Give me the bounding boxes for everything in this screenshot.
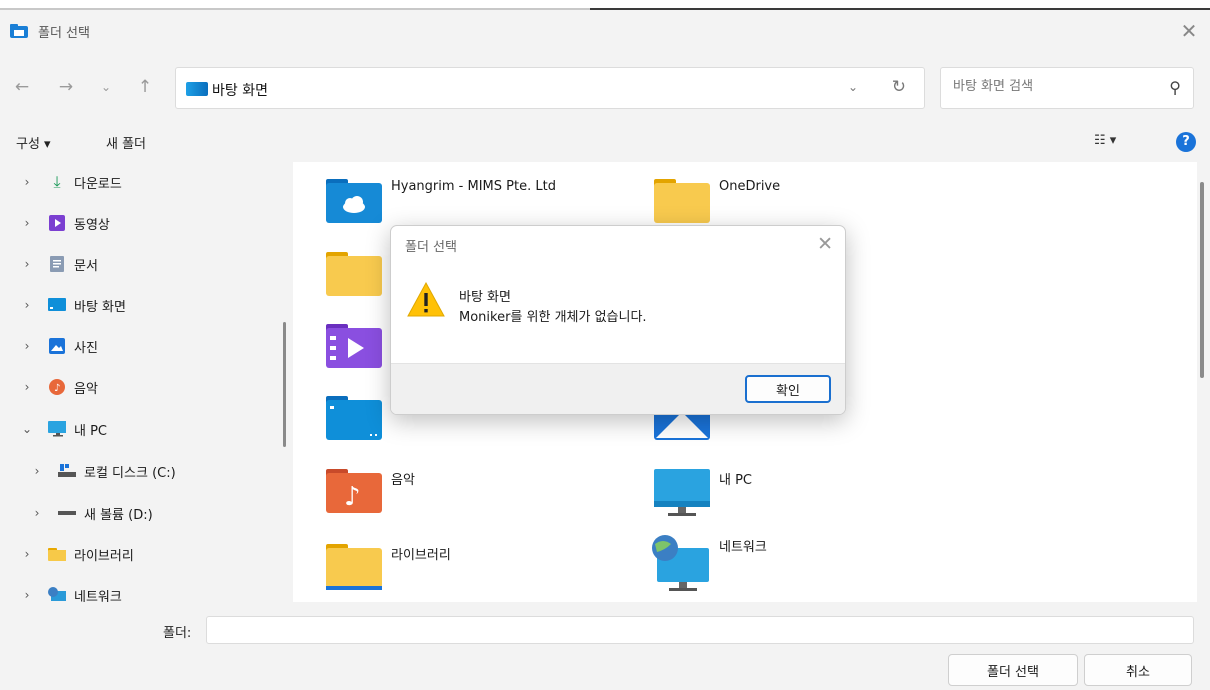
- drive-icon: [58, 463, 76, 479]
- expand-chevron-icon[interactable]: ›: [20, 588, 34, 602]
- expand-chevron-icon[interactable]: ›: [20, 298, 34, 312]
- view-options-icon[interactable]: ☷ ▾: [1094, 133, 1116, 148]
- expand-chevron-icon[interactable]: ›: [30, 506, 44, 520]
- forward-arrow-icon[interactable]: →: [56, 77, 76, 97]
- svg-text:♪: ♪: [344, 482, 361, 512]
- music-folder-icon: ♪: [326, 467, 384, 517]
- download-icon: ⤓: [53, 172, 61, 191]
- dialog-title: 폴더 선택: [405, 240, 457, 255]
- dialog-message-title: 바탕 화면: [459, 290, 511, 305]
- video-icon: [48, 215, 66, 231]
- error-dialog: 폴더 선택 ✕ 바탕 화면 Moniker를 위한 개체가 없습니다. 확인: [390, 225, 846, 415]
- document-icon: [48, 256, 66, 272]
- title-bar: 폴더 선택 ✕: [0, 10, 1210, 52]
- video-folder-icon: [326, 322, 384, 372]
- expand-chevron-icon[interactable]: ›: [20, 257, 34, 271]
- nav-item-drive-d[interactable]: › 새 볼륨 (D:): [30, 498, 292, 528]
- command-bar: 구성 ▾ 새 폴더 ☷ ▾ ?: [0, 122, 1210, 162]
- navigation-pane: › ⤓ 다운로드 › 동영상 › 문서 › 바탕 화면 › 사진 › ♪ 음악 …: [0, 162, 292, 602]
- cloud-folder-icon: [326, 177, 384, 227]
- expand-chevron-icon[interactable]: ›: [20, 339, 34, 353]
- dialog-message: Moniker를 위한 개체가 없습니다.: [459, 310, 647, 325]
- nav-item-music[interactable]: › ♪ 음악: [20, 372, 292, 402]
- navigation-bar: ← → ⌄ ↑ 바탕 화면 ⌄ ↻ ⚲: [0, 52, 1210, 122]
- up-arrow-icon[interactable]: ↑: [135, 77, 155, 97]
- file-item[interactable]: ♪ 음악: [326, 467, 626, 527]
- desktop-folder-icon: [326, 394, 384, 444]
- help-icon[interactable]: ?: [1176, 132, 1196, 152]
- refresh-icon[interactable]: ↻: [892, 77, 906, 97]
- file-item[interactable]: 라이브러리: [326, 542, 626, 602]
- folder-app-icon: [10, 23, 28, 39]
- ok-button[interactable]: 확인: [745, 375, 831, 403]
- dialog-footer: 확인: [391, 363, 845, 414]
- expand-chevron-icon[interactable]: ›: [20, 216, 34, 230]
- pictures-icon: [48, 338, 66, 354]
- search-icon[interactable]: ⚲: [1169, 78, 1181, 97]
- chevron-down-icon[interactable]: ⌄: [848, 80, 858, 94]
- file-item[interactable]: 네트워크: [649, 534, 949, 594]
- close-icon[interactable]: ✕: [1178, 20, 1200, 42]
- network-icon: [48, 587, 66, 602]
- nav-item-network[interactable]: › 네트워크: [20, 580, 292, 602]
- search-input[interactable]: [953, 79, 1153, 94]
- pc-icon: [654, 467, 712, 517]
- drive-icon: [58, 505, 76, 521]
- bottom-panel: 폴더: 폴더 선택 취소: [0, 602, 1210, 690]
- cancel-button[interactable]: 취소: [1084, 654, 1192, 686]
- back-arrow-icon[interactable]: ←: [12, 77, 32, 97]
- organize-button[interactable]: 구성 ▾: [16, 133, 51, 152]
- expand-chevron-icon[interactable]: ›: [30, 464, 44, 478]
- nav-item-videos[interactable]: › 동영상: [20, 208, 292, 238]
- search-box[interactable]: ⚲: [940, 67, 1194, 109]
- folder-field[interactable]: [206, 616, 1194, 644]
- network-icon: [649, 534, 709, 591]
- nav-item-drive-c[interactable]: › 로컬 디스크 (C:): [30, 456, 292, 486]
- expand-chevron-icon[interactable]: ›: [20, 547, 34, 561]
- nav-item-desktop[interactable]: › 바탕 화면: [20, 290, 292, 320]
- dialog-body: 바탕 화면 Moniker를 위한 개체가 없습니다.: [391, 268, 845, 363]
- nav-scrollbar[interactable]: [283, 322, 286, 447]
- expand-chevron-icon[interactable]: ›: [20, 175, 34, 189]
- top-strip: [0, 0, 1210, 10]
- close-icon[interactable]: ✕: [817, 233, 833, 255]
- select-folder-button[interactable]: 폴더 선택: [948, 654, 1078, 686]
- collapse-chevron-icon[interactable]: ⌄: [20, 422, 34, 436]
- content-scrollbar[interactable]: [1200, 182, 1204, 378]
- new-folder-button[interactable]: 새 폴더: [106, 133, 146, 152]
- folder-icon: [48, 546, 66, 562]
- folder-icon: [326, 542, 384, 592]
- folder-icon: [326, 250, 384, 300]
- address-text: 바탕 화면: [212, 83, 268, 99]
- expand-chevron-icon[interactable]: ›: [20, 380, 34, 394]
- window-title: 폴더 선택: [38, 25, 90, 41]
- address-bar[interactable]: 바탕 화면 ⌄ ↻: [175, 67, 925, 109]
- desktop-icon: [48, 297, 66, 313]
- recent-chevron-icon[interactable]: ⌄: [96, 80, 116, 94]
- file-item[interactable]: 내 PC: [654, 467, 954, 527]
- nav-item-pictures[interactable]: › 사진: [20, 331, 292, 361]
- music-icon: ♪: [48, 379, 66, 395]
- nav-item-downloads[interactable]: › ⤓ 다운로드: [20, 167, 292, 197]
- nav-item-libraries[interactable]: › 라이브러리: [20, 539, 292, 569]
- desktop-icon: [186, 82, 208, 96]
- svg-text:♪: ♪: [54, 383, 60, 394]
- warning-icon: [407, 281, 445, 318]
- folder-icon: [654, 177, 712, 227]
- nav-item-this-pc[interactable]: ⌄ 내 PC: [20, 414, 292, 444]
- pc-icon: [48, 421, 66, 437]
- folder-field-label: 폴더:: [163, 626, 192, 641]
- nav-item-documents[interactable]: › 문서: [20, 249, 292, 279]
